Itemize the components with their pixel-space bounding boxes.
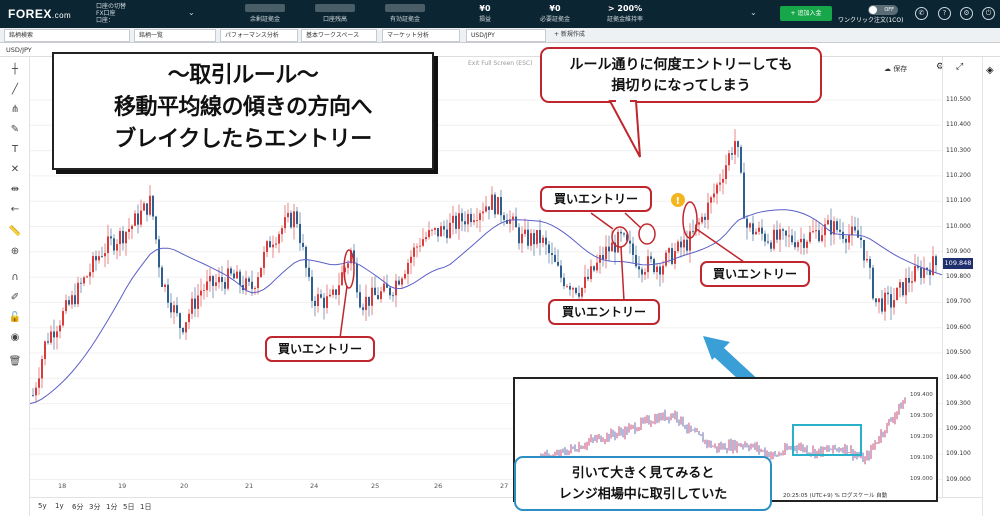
time-tick-label: 26 xyxy=(434,482,443,490)
time-tick-label: 19 xyxy=(118,482,127,490)
inset-time-label: 20:25:05 (UTC+9) % ログスケール 自動 xyxy=(783,491,888,499)
time-tick-label: 20 xyxy=(180,482,189,490)
buy-entry-label-3: 買いエントリー xyxy=(548,299,660,325)
svg-text:!: ! xyxy=(676,196,681,207)
inset-price-label: 109.000 xyxy=(910,476,933,482)
range-market-note: 引いて大きく見てみると レンジ相場中に取引していた xyxy=(514,456,772,511)
inset-price-label: 109.100 xyxy=(910,455,933,461)
buy-entry-label-2: 買いエントリー xyxy=(540,186,652,212)
time-tick-label: 24 xyxy=(310,482,319,490)
time-tick-label: 25 xyxy=(371,482,380,490)
buy-entry-label-1: 買いエントリー xyxy=(265,336,375,362)
buy-entry-label-4: 買いエントリー xyxy=(700,261,810,287)
time-tick-label: 18 xyxy=(58,482,67,490)
inset-price-label: 109.200 xyxy=(910,434,933,440)
inset-price-label: 109.300 xyxy=(910,413,933,419)
time-tick-label: 21 xyxy=(245,482,254,490)
inset-price-label: 109.400 xyxy=(910,392,933,398)
time-tick-label: 27 xyxy=(500,482,509,490)
